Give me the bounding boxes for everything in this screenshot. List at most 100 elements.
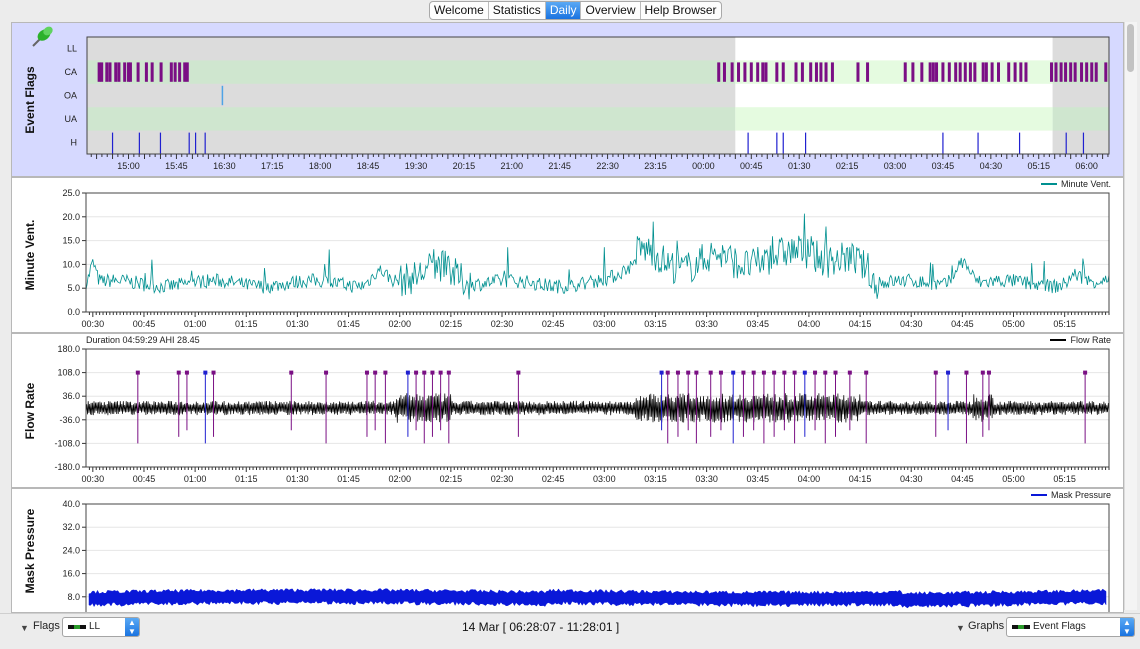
flow-event-marker — [980, 370, 985, 375]
ca-event-mark — [136, 62, 140, 82]
flow-event-marker — [847, 370, 852, 375]
minute-vent-chart[interactable]: 25.0 20.0 15.0 10.0 5.0 0.000:30 00:45 01:00 01:… — [12, 178, 1123, 332]
ca-event-mark — [756, 62, 760, 82]
x-tick-label: 06:00 — [1075, 161, 1098, 171]
y-tick-label: 10.0 — [62, 259, 80, 269]
chevron-updown-icon[interactable]: ▲ ▼ — [125, 618, 139, 636]
ca-event-mark — [1054, 62, 1058, 82]
graphs-select[interactable]: Event Flags ▲ ▼ — [1006, 617, 1135, 637]
x-tick-label: 03:45 — [746, 474, 769, 484]
x-tick-label: 03:45 — [932, 161, 955, 171]
ca-event-mark — [775, 62, 779, 82]
flags-expand-icon[interactable]: ▼ — [20, 623, 29, 633]
x-tick-label: 00:30 — [82, 319, 105, 329]
ca-event-mark — [963, 62, 967, 82]
ca-event-mark — [981, 62, 985, 82]
y-tick-label: 24.0 — [62, 545, 80, 555]
flow-event-marker — [782, 370, 787, 375]
scrollbar-thumb[interactable] — [1127, 24, 1134, 72]
ca-event-mark — [1085, 62, 1089, 82]
ca-event-mark — [911, 62, 915, 82]
x-tick-label: 04:30 — [900, 319, 923, 329]
flow-event-marker — [414, 370, 419, 375]
x-tick-label: 01:45 — [337, 474, 360, 484]
chevron-updown-icon[interactable]: ▲ ▼ — [1120, 618, 1134, 636]
tab-overview[interactable]: Overview — [581, 2, 641, 19]
ca-event-mark — [1073, 62, 1077, 82]
x-tick-label: 23:15 — [644, 161, 667, 171]
flow-event-marker — [135, 370, 140, 375]
mask-pressure-chart[interactable]: 40.0 32.0 24.0 16.0 8.0 — [12, 489, 1123, 612]
x-tick-label: 19:30 — [405, 161, 428, 171]
tab-welcome[interactable]: Welcome — [430, 2, 489, 19]
ca-event-mark — [722, 62, 726, 82]
event-flags-chart[interactable]: LL CA OA UA H 15:00 15:45 16:30 17:15 18:00 18:45 1… — [12, 23, 1123, 176]
x-tick-label: 01:15 — [235, 319, 258, 329]
ca-event-mark — [1080, 62, 1084, 82]
ca-event-mark — [178, 62, 182, 82]
ca-event-mark — [1024, 62, 1028, 82]
ca-event-mark — [1007, 62, 1011, 82]
tab-statistics[interactable]: Statistics — [489, 2, 546, 19]
flow-event-marker — [422, 370, 427, 375]
tab-help-browser[interactable]: Help Browser — [641, 2, 721, 19]
ca-event-mark — [117, 62, 121, 82]
ca-event-mark — [764, 62, 768, 82]
graphs-expand-icon[interactable]: ▼ — [956, 623, 965, 633]
flow-event-marker — [373, 370, 378, 375]
ca-event-mark — [984, 62, 988, 82]
row-label-ua: UA — [64, 114, 77, 124]
ca-event-mark — [144, 62, 148, 82]
flow-event-marker — [813, 370, 818, 375]
y-tick-label: 36.0 — [62, 391, 80, 401]
ca-event-mark — [1064, 62, 1068, 82]
x-tick-label: 01:30 — [286, 474, 309, 484]
tab-daily[interactable]: Daily — [545, 2, 582, 19]
flags-select[interactable]: LL ▲ ▼ — [62, 617, 140, 637]
flow-event-marker — [772, 370, 777, 375]
row-label-ca: CA — [64, 67, 77, 77]
ca-event-mark — [105, 62, 109, 82]
ca-event-mark — [814, 62, 818, 82]
ca-event-mark — [159, 62, 163, 82]
x-tick-label: 00:45 — [133, 319, 156, 329]
ca-event-mark — [866, 62, 870, 82]
x-tick-label: 03:15 — [644, 319, 667, 329]
ca-event-mark — [819, 62, 823, 82]
ca-event-mark — [920, 62, 924, 82]
row-label-ll: LL — [67, 44, 77, 54]
graphs-label: Graphs — [968, 620, 1005, 632]
flow-event-marker — [1083, 370, 1088, 375]
mask-pressure-series-area — [88, 588, 1107, 609]
flow-event-marker — [731, 370, 736, 375]
y-tick-label: 15.0 — [62, 236, 80, 246]
flow-event-marker — [289, 370, 294, 375]
ca-event-mark — [996, 62, 1000, 82]
ca-event-mark — [183, 62, 187, 82]
flow-rate-chart[interactable]: 180.0 108.0 36.0 -36.0 -108.0 -180.000:30 00:4… — [12, 334, 1123, 487]
x-tick-label: 01:45 — [337, 319, 360, 329]
x-tick-label: 05:15 — [1053, 474, 1076, 484]
flow-event-marker — [665, 370, 670, 375]
x-tick-label: 02:30 — [491, 319, 514, 329]
ca-event-mark — [973, 62, 977, 82]
ca-event-mark — [968, 62, 972, 82]
x-tick-label: 03:00 — [593, 474, 616, 484]
x-tick-label: 04:00 — [798, 474, 821, 484]
x-tick-label: 22:30 — [596, 161, 619, 171]
event-flags-panel: Event Flags LL CA OA UA H 15:00 15:45 16:30 17:1… — [11, 22, 1124, 177]
tab-bar: Welcome Statistics Daily Overview Help Brows… — [0, 0, 1140, 20]
vertical-scrollbar[interactable] — [1124, 22, 1137, 610]
flow-event-marker — [176, 370, 181, 375]
x-tick-label: 02:45 — [542, 474, 565, 484]
x-tick-label: 16:30 — [213, 161, 236, 171]
mask-pressure-panel: Mask Pressure Mask Pressure 40.0 32.0 24.0… — [11, 488, 1124, 613]
x-tick-label: 18:45 — [357, 161, 380, 171]
ca-event-mark — [903, 62, 907, 82]
ca-event-mark — [1104, 62, 1108, 82]
x-tick-label: 21:45 — [548, 161, 571, 171]
pin-icon[interactable] — [27, 24, 57, 55]
x-tick-label: 02:00 — [388, 474, 411, 484]
x-tick-label: 03:15 — [644, 474, 667, 484]
flow-event-marker — [751, 370, 756, 375]
